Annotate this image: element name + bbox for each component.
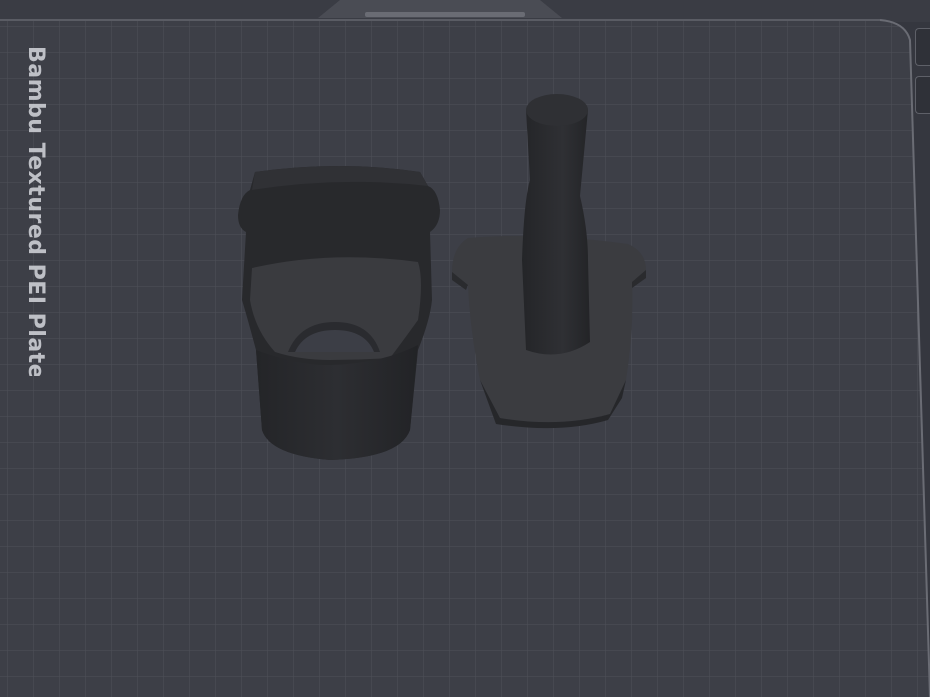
plate-name-label: Bambu Textured PEI Plate (23, 46, 48, 376)
plate-toggle-1-icon[interactable] (915, 28, 930, 66)
model-cup[interactable] (238, 166, 440, 460)
build-plate[interactable] (0, 0, 930, 697)
3d-viewport[interactable]: Bambu Textured PEI Plate (0, 0, 930, 697)
pillar-top (526, 94, 588, 126)
plate-handle-grip (365, 12, 525, 17)
plate-toggle-2-icon[interactable] (915, 76, 930, 114)
